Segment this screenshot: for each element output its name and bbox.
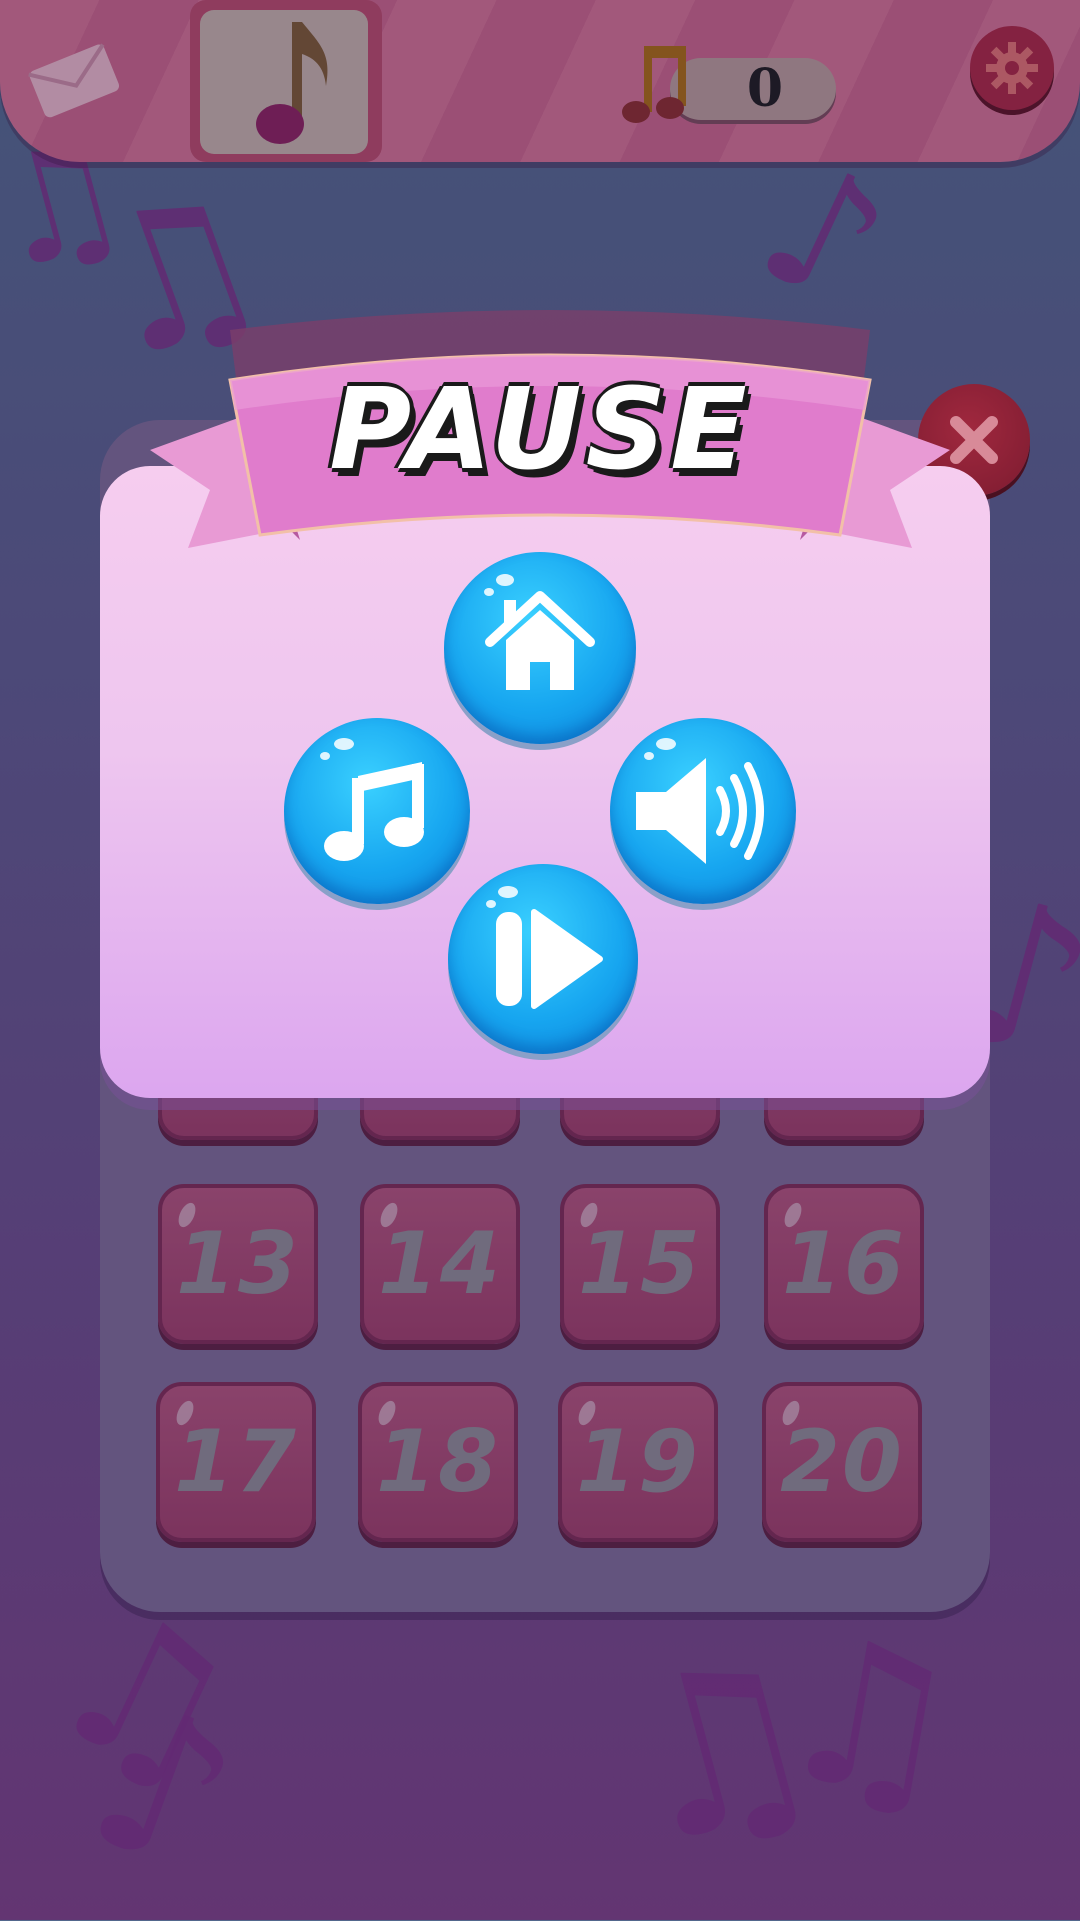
home-button[interactable]: [444, 552, 636, 744]
resume-button[interactable]: [448, 864, 638, 1054]
home-icon: [485, 591, 595, 690]
sound-toggle-button[interactable]: [610, 718, 796, 904]
pause-title: PAUSE: [329, 365, 751, 495]
music-note-icon: [324, 762, 424, 861]
play-icon: [496, 909, 603, 1009]
speaker-icon: [636, 758, 764, 864]
music-toggle-button[interactable]: [284, 718, 470, 904]
